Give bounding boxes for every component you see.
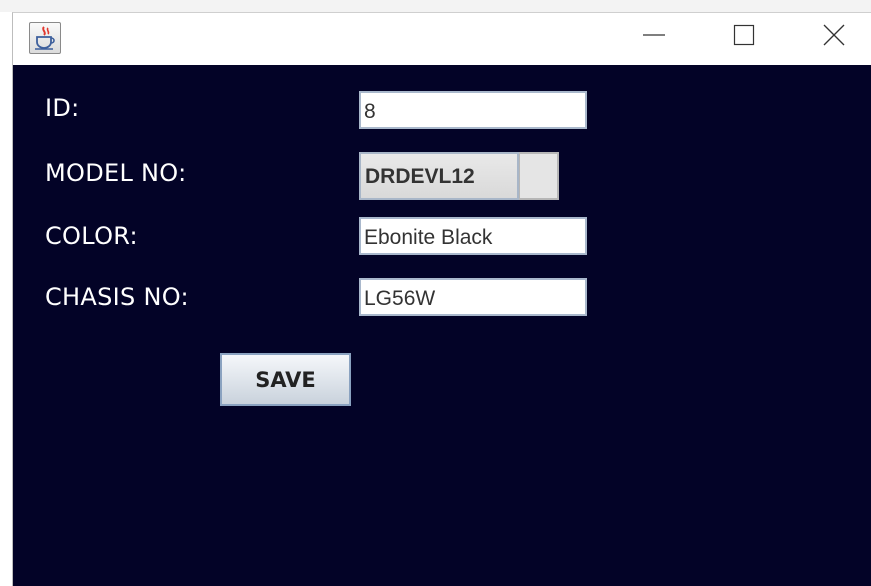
minimize-button[interactable] xyxy=(609,13,699,57)
close-button[interactable] xyxy=(789,13,871,57)
minimize-icon xyxy=(643,34,665,36)
desktop-strip xyxy=(0,0,871,12)
chasis-no-label: CHASIS NO: xyxy=(45,283,189,311)
color-field[interactable]: Ebonite Black xyxy=(359,217,587,255)
id-label: ID: xyxy=(45,94,80,122)
id-field[interactable]: 8 xyxy=(359,91,587,129)
maximize-icon xyxy=(733,24,755,46)
form-panel: ID: 8 MODEL NO: DRDEVL12 COLOR: Ebonite … xyxy=(13,65,871,586)
model-no-selected-value[interactable]: DRDEVL12 xyxy=(359,152,519,200)
model-no-combobox[interactable]: DRDEVL12 xyxy=(359,152,559,200)
combobox-dropdown-button[interactable] xyxy=(519,152,559,200)
chasis-no-field[interactable]: LG56W xyxy=(359,278,587,316)
close-icon xyxy=(823,24,845,46)
maximize-button[interactable] xyxy=(699,13,789,57)
java-coffee-cup-icon[interactable] xyxy=(29,22,61,54)
title-bar[interactable] xyxy=(13,13,871,65)
screen: ID: 8 MODEL NO: DRDEVL12 COLOR: Ebonite … xyxy=(0,0,871,586)
app-window: ID: 8 MODEL NO: DRDEVL12 COLOR: Ebonite … xyxy=(12,12,871,586)
model-no-label: MODEL NO: xyxy=(45,159,187,187)
save-button[interactable]: SAVE xyxy=(220,353,351,406)
color-label: COLOR: xyxy=(45,222,138,250)
